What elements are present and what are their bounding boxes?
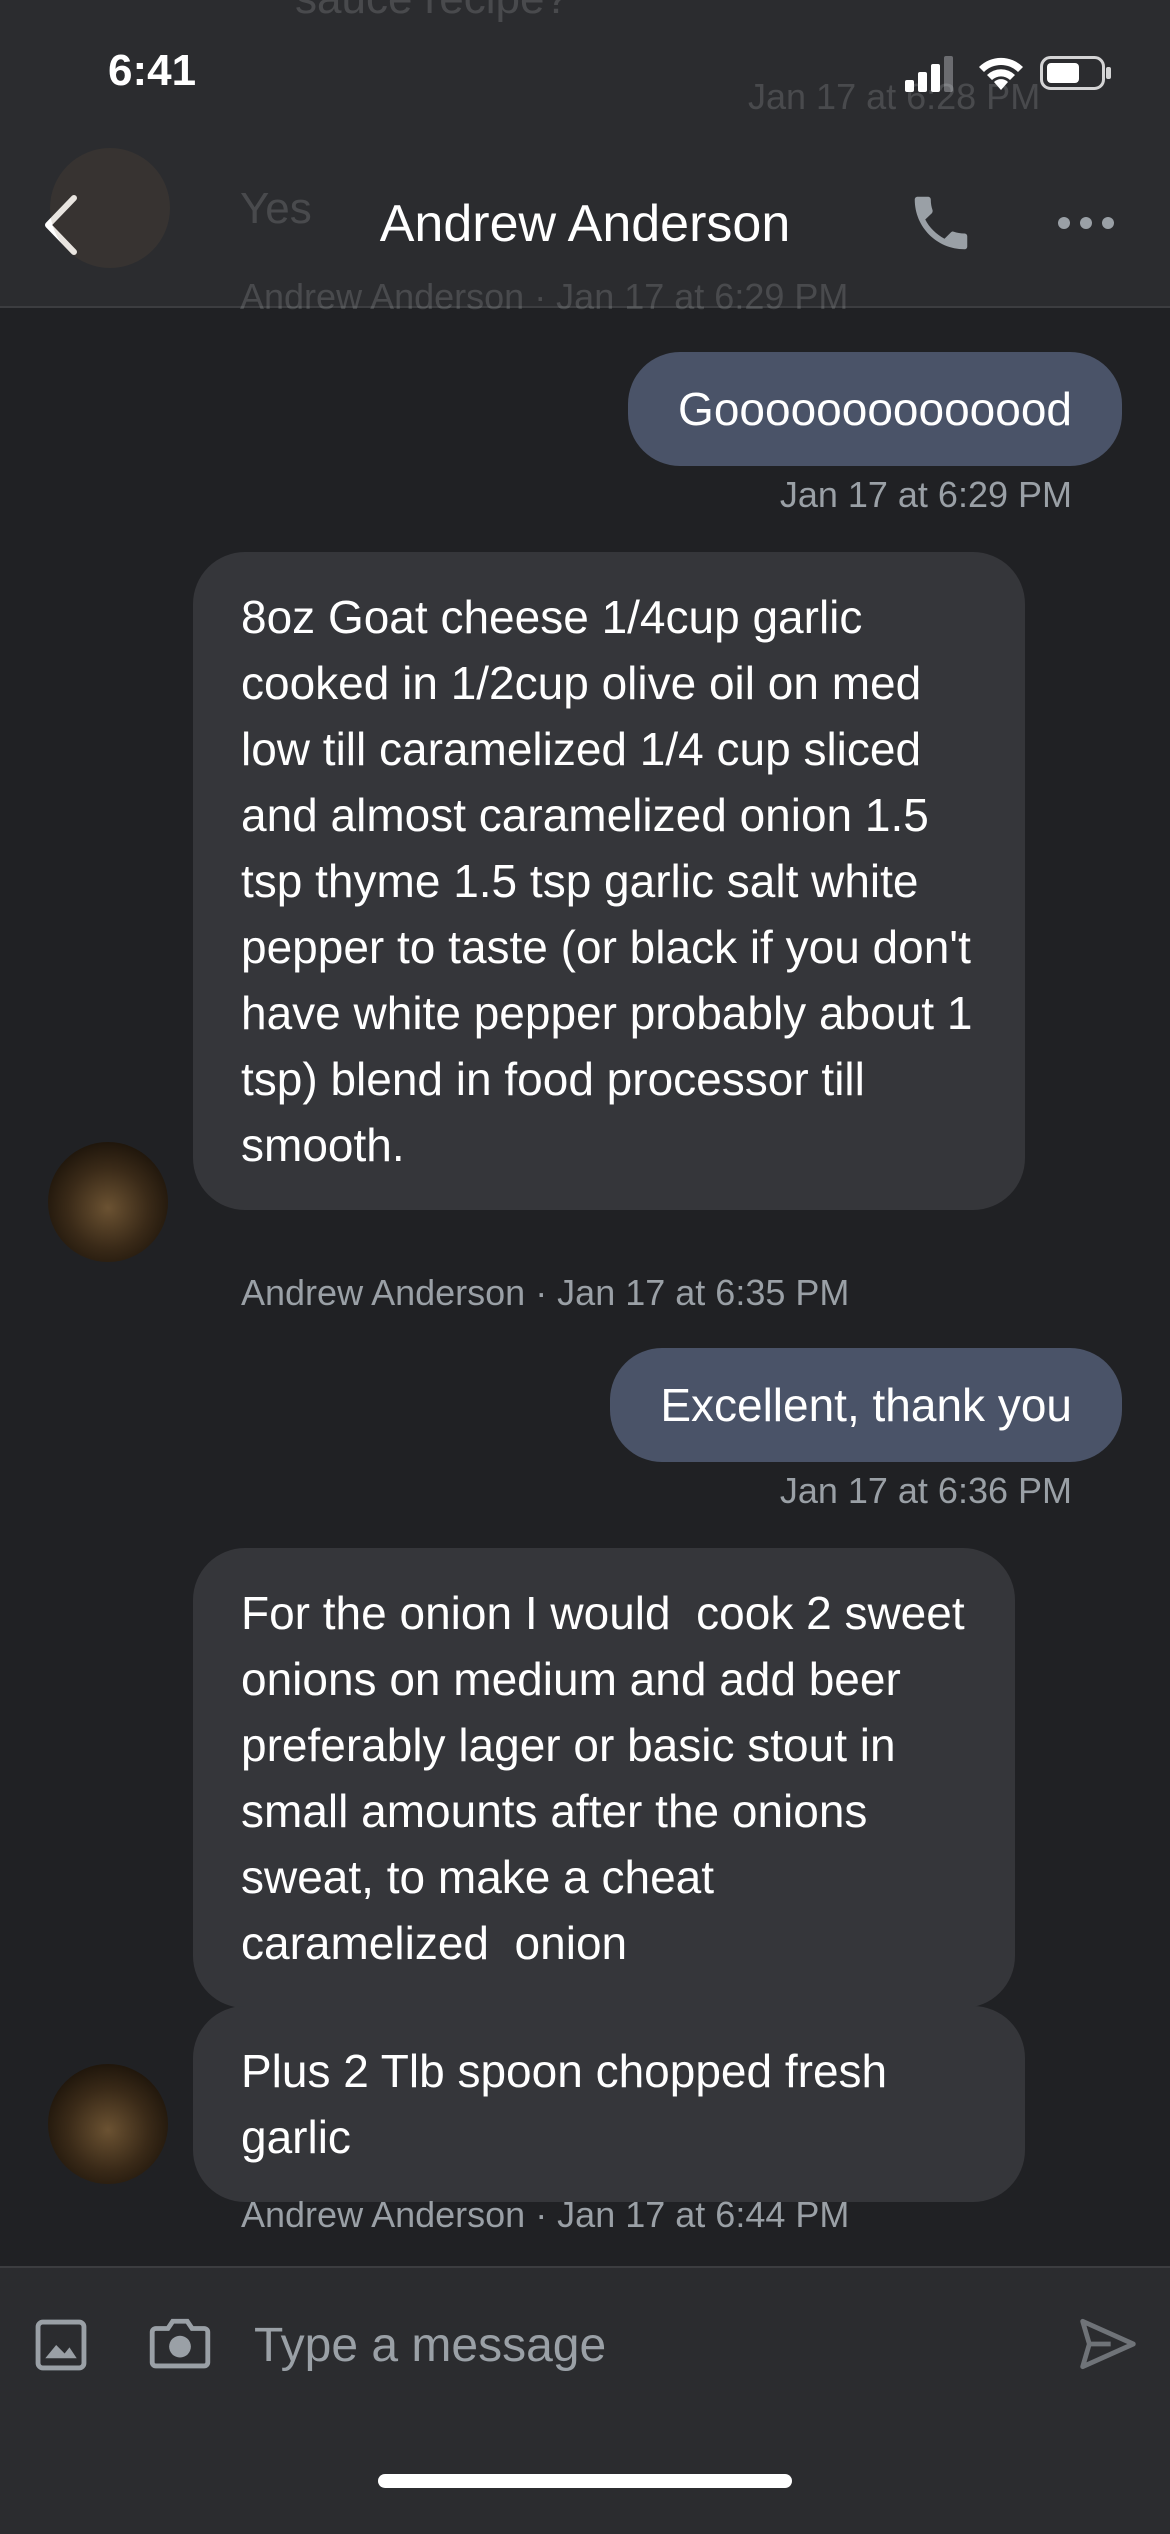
camera-icon[interactable] (148, 2314, 212, 2372)
cellular-signal-icon (905, 56, 953, 92)
incoming-message-bubble[interactable]: 8oz Goat cheese 1/4cup garlic cooked in … (193, 552, 1025, 1210)
more-options-icon[interactable] (1056, 212, 1116, 234)
message-thread: Goooooooooooood Jan 17 at 6:29 PM 8oz Go… (0, 306, 1170, 2266)
sender-avatar[interactable] (48, 2064, 168, 2184)
message-input[interactable] (252, 2302, 1036, 2388)
conversation-header: Andrew Anderson (0, 140, 1170, 308)
home-indicator (378, 2474, 792, 2488)
outgoing-message-bubble[interactable]: Goooooooooooood (628, 352, 1122, 466)
outgoing-message-bubble[interactable]: Excellent, thank you (610, 1348, 1122, 1462)
battery-icon (1040, 56, 1111, 90)
wifi-icon (979, 57, 1023, 90)
send-icon[interactable] (1074, 2312, 1142, 2376)
message-sender-meta: Andrew Anderson · Jan 17 at 6:44 PM (241, 2194, 850, 2235)
incoming-message-bubble[interactable]: For the onion I would cook 2 sweet onion… (193, 1548, 1015, 2008)
status-time: 6:41 (108, 46, 197, 95)
message-sender-meta: Andrew Anderson · Jan 17 at 6:35 PM (241, 1272, 850, 1313)
conversation-title: Andrew Anderson (379, 195, 791, 253)
message-timestamp: Jan 17 at 6:36 PM (779, 1470, 1072, 1511)
phone-call-icon[interactable] (906, 188, 976, 258)
status-bar: 6:41 (0, 0, 1170, 140)
sender-avatar[interactable] (48, 1142, 168, 1262)
gallery-image-icon[interactable] (32, 2316, 90, 2374)
message-composer (0, 2266, 1170, 2534)
incoming-message-bubble[interactable]: Plus 2 Tlb spoon chopped fresh garlic (193, 2006, 1025, 2202)
message-timestamp: Jan 17 at 6:29 PM (779, 474, 1072, 515)
